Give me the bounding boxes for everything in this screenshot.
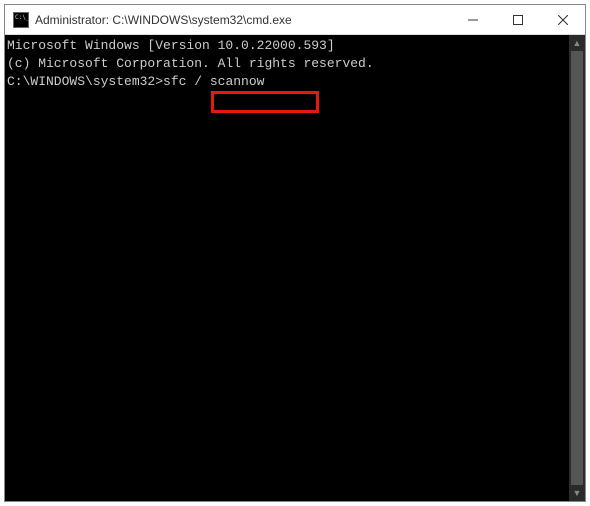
minimize-icon <box>468 15 478 25</box>
command-text-highlighted: / scannow <box>194 74 264 89</box>
maximize-button[interactable] <box>495 5 540 34</box>
window-title: Administrator: C:\WINDOWS\system32\cmd.e… <box>35 13 450 27</box>
maximize-icon <box>513 15 523 25</box>
command-text-prefix: sfc <box>163 74 194 89</box>
prompt-line: C:\WINDOWS\system32>sfc / scannow <box>7 73 569 91</box>
prompt-path: C:\WINDOWS\system32> <box>7 74 163 89</box>
titlebar[interactable]: Administrator: C:\WINDOWS\system32\cmd.e… <box>5 5 585 35</box>
output-line: (c) Microsoft Corporation. All rights re… <box>7 55 569 73</box>
cmd-window: Administrator: C:\WINDOWS\system32\cmd.e… <box>4 4 586 502</box>
close-button[interactable] <box>540 5 585 34</box>
scrollbar-thumb[interactable] <box>571 51 583 485</box>
vertical-scrollbar[interactable]: ▲ ▼ <box>569 35 585 501</box>
annotation-highlight-box <box>211 91 319 113</box>
scroll-up-icon[interactable]: ▲ <box>569 35 585 51</box>
output-line: Microsoft Windows [Version 10.0.22000.59… <box>7 37 569 55</box>
minimize-button[interactable] <box>450 5 495 34</box>
console-area: Microsoft Windows [Version 10.0.22000.59… <box>5 35 585 501</box>
window-controls <box>450 5 585 34</box>
scroll-down-icon[interactable]: ▼ <box>569 485 585 501</box>
cmd-icon <box>13 12 29 28</box>
close-icon <box>558 15 568 25</box>
console-output[interactable]: Microsoft Windows [Version 10.0.22000.59… <box>5 35 569 501</box>
